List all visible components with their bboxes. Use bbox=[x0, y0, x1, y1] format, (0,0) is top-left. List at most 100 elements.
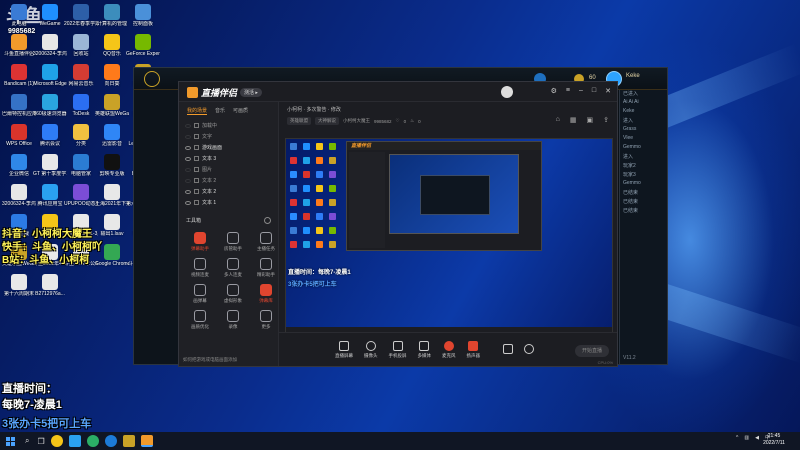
eye-icon[interactable] bbox=[185, 156, 191, 161]
desktop-icon[interactable]: 32006324-李鸿川 bbox=[2, 184, 36, 207]
start-stream-button[interactable]: 开始直播 bbox=[575, 345, 609, 357]
desktop-icon[interactable]: 斗鱼直播伴侣 bbox=[2, 34, 36, 57]
category-tag[interactable]: 英雄联盟 bbox=[287, 117, 311, 125]
minimize-icon[interactable]: – bbox=[579, 87, 583, 95]
camera-button[interactable]: 摄像头 bbox=[364, 340, 378, 359]
phone-cast-button[interactable]: 手机投屏 bbox=[389, 340, 407, 359]
desktop-icon[interactable]: GeForce Experience bbox=[126, 34, 160, 57]
friend-list-item[interactable]: Keke bbox=[620, 108, 667, 117]
desktop-icon[interactable]: Microsoft Edge bbox=[33, 64, 67, 87]
desktop-icon[interactable]: 剪映专业版 bbox=[95, 154, 129, 177]
desktop-icon[interactable]: 巴爾特控机应用 bbox=[2, 94, 36, 117]
settings-icon[interactable]: ⚙ bbox=[551, 87, 557, 95]
share-icon[interactable]: ⇪ bbox=[603, 116, 609, 124]
settings-button[interactable] bbox=[524, 343, 534, 356]
friend-list-item[interactable]: Gemmo bbox=[620, 144, 667, 153]
eye-icon[interactable] bbox=[185, 189, 191, 194]
friend-list-item[interactable]: 进入 bbox=[620, 153, 667, 162]
friend-list-item[interactable]: 已结束 bbox=[620, 207, 667, 216]
tool-item[interactable]: 更多 bbox=[252, 310, 280, 330]
tool-item[interactable]: 多人连麦 bbox=[219, 258, 247, 278]
microphone-button[interactable]: 麦克风 bbox=[442, 340, 456, 359]
taskbar-edge-icon[interactable] bbox=[104, 435, 117, 447]
desktop-icon[interactable]: 电脑管家 bbox=[64, 154, 98, 177]
tool-item[interactable]: 房管助手 bbox=[219, 232, 247, 252]
desktop-icon[interactable]: WPS Office bbox=[2, 124, 36, 147]
desktop-icon[interactable]: 此电脑 bbox=[2, 4, 36, 27]
source-item[interactable]: 文本 2 bbox=[179, 175, 278, 186]
help-link[interactable]: 如何把游戏或电脑画面添加 bbox=[183, 357, 237, 363]
speaker-button[interactable]: 扬声器 bbox=[467, 340, 480, 359]
eye-icon[interactable] bbox=[185, 134, 191, 139]
taskbar-chrome-icon[interactable] bbox=[50, 435, 63, 447]
desktop-icon[interactable]: 上海2021年下半年课表 bbox=[95, 184, 129, 207]
desktop-icon[interactable]: 腾讯会议 bbox=[33, 124, 67, 147]
eye-icon[interactable] bbox=[185, 167, 191, 172]
friend-list-item[interactable]: Grass bbox=[620, 126, 667, 135]
desktop-icon[interactable]: 向日葵 bbox=[95, 64, 129, 87]
desktop-icon[interactable]: 迅雷影音 bbox=[95, 124, 129, 147]
taskbar-wechat-icon[interactable] bbox=[86, 435, 99, 447]
tool-item[interactable]: 精彩助手 bbox=[252, 258, 280, 278]
tab-quality[interactable]: 可画质 bbox=[233, 107, 248, 115]
maximize-icon[interactable]: □ bbox=[592, 87, 596, 95]
tab-scenes[interactable]: 我的场景 bbox=[187, 107, 208, 115]
live-preview[interactable]: 直播伴侣 直播时间：每晚7-凌晨1 3张办卡5把可上车 bbox=[285, 138, 613, 348]
record-button[interactable] bbox=[503, 343, 513, 356]
source-item[interactable]: 加载中 bbox=[179, 120, 278, 131]
friend-list-item[interactable]: 已结束 bbox=[620, 189, 667, 198]
version-badge[interactable]: 测活 ▸ bbox=[240, 87, 262, 97]
friend-list-item[interactable]: 玩家3 bbox=[620, 171, 667, 180]
media-button[interactable]: 多媒体 bbox=[418, 340, 431, 359]
desktop-icon[interactable]: 计算机的管理 bbox=[95, 4, 129, 27]
source-item[interactable]: 文本 2 bbox=[179, 186, 278, 197]
grid-icon[interactable]: ▦ bbox=[570, 116, 577, 124]
task-view-icon[interactable]: ❐ bbox=[37, 437, 44, 446]
desktop-icon[interactable]: QQ音乐 bbox=[95, 34, 129, 57]
desktop-icon[interactable]: WeGame bbox=[33, 4, 67, 27]
eye-icon[interactable] bbox=[185, 123, 191, 128]
desktop-icon[interactable]: 英雄联盟WeGame版 bbox=[95, 94, 129, 117]
desktop-icon[interactable]: 32006324-李鸿川 bbox=[33, 34, 67, 57]
desktop-icon[interactable]: 360极速浏览器 bbox=[33, 94, 67, 117]
source-item[interactable]: 文本 1 bbox=[179, 197, 278, 208]
screen-capture-button[interactable]: 直播屏幕 bbox=[335, 340, 353, 359]
desktop-icon[interactable]: 控制面板 bbox=[126, 4, 160, 27]
user-avatar[interactable] bbox=[501, 86, 513, 98]
streaming-app-window[interactable]: 直播伴侣 测活 ▸ ⚙ ≡ – □ ✕ 我的场景 音乐 可画质 加载中 文字 游戏画… bbox=[178, 81, 618, 367]
desktop-icon[interactable]: 回收站 bbox=[64, 34, 98, 57]
desktop-icon[interactable]: UPUPOO动态壁纸 bbox=[64, 184, 98, 207]
source-item[interactable]: 文本 3 bbox=[179, 153, 278, 164]
chevron-up-icon[interactable]: ^ bbox=[736, 435, 738, 441]
tool-item[interactable]: 录像 bbox=[219, 310, 247, 330]
source-item[interactable]: 图片 bbox=[179, 164, 278, 175]
desktop-icon[interactable]: 2022年春季学期期末试题 bbox=[64, 4, 98, 27]
eye-icon[interactable] bbox=[185, 178, 191, 183]
desktop-icon[interactable]: GT 第十季度学习内容 bbox=[33, 154, 67, 177]
room-title[interactable]: 小柯柯 · 多次警告 · 修改 bbox=[287, 106, 341, 113]
tool-item[interactable]: 画弹幕 bbox=[186, 284, 214, 304]
taskbar-lol-icon[interactable] bbox=[122, 435, 135, 447]
friend-list-item[interactable]: 进入 bbox=[620, 117, 667, 126]
eye-icon[interactable] bbox=[185, 200, 191, 205]
tab-music[interactable]: 音乐 bbox=[215, 107, 225, 115]
source-item[interactable]: 文字 bbox=[179, 131, 278, 142]
tool-item[interactable]: 虚拟形象 bbox=[219, 284, 247, 304]
taskbar-explorer-icon[interactable] bbox=[68, 435, 81, 447]
desktop-icon[interactable]: 企业微信 bbox=[2, 154, 36, 177]
search-icon[interactable]: ⌕ bbox=[25, 436, 29, 446]
desktop-icon[interactable]: ToDesk bbox=[64, 94, 98, 117]
toolbox-more-icon[interactable] bbox=[264, 217, 271, 224]
desktop-icon[interactable]: 输出1.lsav bbox=[95, 214, 129, 237]
clock[interactable]: 21:45 2022/7/11 bbox=[754, 433, 794, 447]
friend-list-item[interactable]: Ai Ai Ai bbox=[620, 99, 667, 108]
menu-icon[interactable]: ≡ bbox=[566, 87, 570, 95]
tool-item[interactable]: 画质优化 bbox=[186, 310, 214, 330]
desktop-icon[interactable]: B2712976a... bbox=[33, 274, 67, 297]
source-item[interactable]: 游戏画面 bbox=[179, 142, 278, 153]
eye-icon[interactable] bbox=[185, 145, 191, 150]
friend-list-item[interactable]: 已进入 bbox=[620, 90, 667, 99]
desktop-icon[interactable]: 腾讯应用宝 bbox=[33, 184, 67, 207]
friend-list-item[interactable]: Vlee bbox=[620, 135, 667, 144]
friend-list-item[interactable]: 已结束 bbox=[620, 198, 667, 207]
